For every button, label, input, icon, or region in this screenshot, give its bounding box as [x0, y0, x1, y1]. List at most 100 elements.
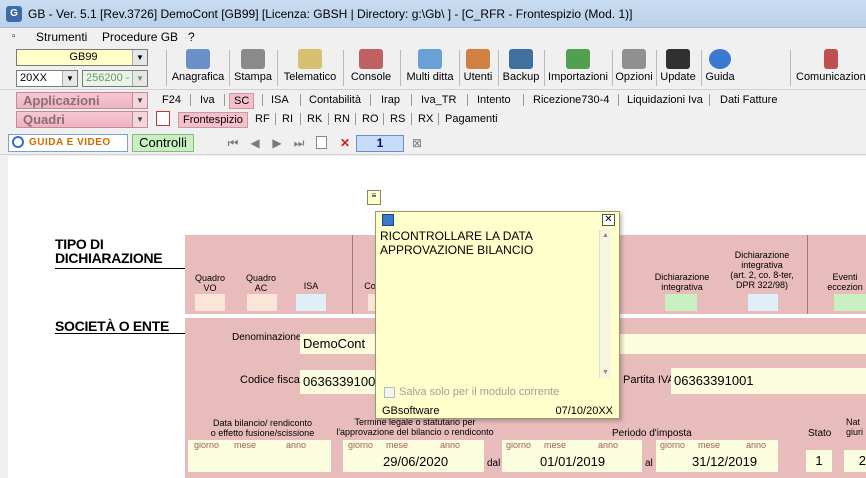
- menu-help[interactable]: ?: [188, 30, 195, 44]
- utenti-button[interactable]: Utenti: [462, 48, 494, 88]
- eventi-eccezionali-field[interactable]: [834, 294, 866, 311]
- dichiarazione-integrativa-art-field[interactable]: [748, 294, 778, 311]
- tab-rk[interactable]: RK: [307, 112, 322, 128]
- controlli-button[interactable]: Controlli: [132, 134, 194, 152]
- chevron-down-icon[interactable]: ▼: [62, 71, 77, 86]
- periodo-imposta-label: Periodo d'imposta: [612, 428, 692, 439]
- note-scrollbar[interactable]: ▲ ▼: [599, 230, 611, 378]
- tab-rx[interactable]: RX: [418, 112, 433, 128]
- telematico-label: Telematico: [283, 71, 337, 83]
- goto-page-icon[interactable]: ⊠: [410, 136, 424, 150]
- new-page-icon[interactable]: [316, 136, 327, 149]
- denominazione-label: Denominazione: [232, 332, 302, 343]
- quadro-ac-field[interactable]: [247, 294, 277, 311]
- update-button[interactable]: Update: [658, 48, 698, 88]
- chevron-down-icon[interactable]: ▼: [132, 50, 147, 65]
- tab-irap[interactable]: Irap: [381, 93, 400, 109]
- checkbox-box[interactable]: [384, 386, 395, 398]
- note-popup[interactable]: ✕ RICONTROLLARE LA DATA APPROVAZIONE BIL…: [375, 211, 620, 419]
- company-select[interactable]: GB99 ▼: [16, 49, 148, 66]
- applicazioni-select[interactable]: Applicazioni ▼: [16, 92, 148, 109]
- tab-ro[interactable]: RO: [362, 112, 379, 128]
- dichiarazione-integrativa-art-label: Dichiarazione integrativa (art. 2, co. 8…: [730, 250, 794, 290]
- tab-liquidazioni-iva[interactable]: Liquidazioni Iva: [627, 93, 703, 109]
- stampa-button[interactable]: Stampa: [232, 48, 274, 88]
- quadro-vo-field[interactable]: [195, 294, 225, 311]
- multi-ditta-button[interactable]: Multi ditta: [404, 48, 456, 88]
- scroll-up-icon[interactable]: ▲: [602, 232, 609, 239]
- toolbar-divider: [612, 50, 613, 86]
- backup-label: Backup: [502, 71, 540, 83]
- prev-page-icon[interactable]: ◀: [248, 136, 262, 150]
- last-page-icon[interactable]: ⏭: [292, 136, 306, 150]
- tab-contabilita[interactable]: Contabilità: [309, 93, 361, 109]
- guida-video-button[interactable]: GUIDA E VIDEO: [8, 134, 128, 152]
- partita-iva-field[interactable]: 06363391001: [671, 368, 866, 394]
- system-menu-icon[interactable]: ▫: [12, 31, 16, 42]
- pdf-icon[interactable]: [156, 111, 170, 126]
- toolbar-divider: [459, 50, 460, 86]
- tab-rn[interactable]: RN: [334, 112, 350, 128]
- company-value: GB99: [69, 51, 98, 63]
- tab-dati-fatture[interactable]: Dati Fatture: [720, 93, 777, 109]
- tab-rf[interactable]: RF: [255, 112, 270, 128]
- toolbar-divider: [343, 50, 344, 86]
- scroll-down-icon[interactable]: ▼: [602, 369, 609, 376]
- tab-ri[interactable]: RI: [282, 112, 293, 128]
- tab-iva-tr[interactable]: Iva_TR: [421, 93, 456, 109]
- gb-logo-icon: G: [6, 6, 22, 22]
- stato-field[interactable]: 1: [806, 450, 832, 472]
- telematico-button[interactable]: Telematico: [281, 48, 339, 88]
- menu-strumenti[interactable]: Strumenti: [36, 30, 87, 44]
- opzioni-button[interactable]: Opzioni: [614, 48, 654, 88]
- next-page-icon[interactable]: ▶: [270, 136, 284, 150]
- dichiarazione-integrativa-label: Dichiarazione integrativa: [654, 272, 710, 292]
- tab-sc[interactable]: SC: [229, 93, 255, 109]
- eventi-eccezionali-label: Eventi eccezion: [827, 272, 863, 292]
- close-icon[interactable]: ✕: [602, 214, 615, 226]
- importazioni-button[interactable]: Importazioni: [546, 48, 610, 88]
- tab-ricezione730[interactable]: Ricezione730-4: [533, 93, 609, 109]
- import-icon: [566, 49, 590, 69]
- guida-button[interactable]: Guida: [704, 48, 736, 88]
- chevron-down-icon[interactable]: ▼: [132, 71, 147, 86]
- page-number[interactable]: 1: [356, 135, 404, 152]
- tab-iva[interactable]: Iva: [200, 93, 215, 109]
- delete-page-icon[interactable]: ✕: [338, 136, 352, 150]
- tab-divider: [618, 94, 619, 106]
- tab-pagamenti[interactable]: Pagamenti: [445, 112, 498, 128]
- natura-giuridica-field[interactable]: 2: [844, 450, 866, 472]
- guida-video-label: GUIDA E VIDEO: [29, 137, 111, 148]
- menu-procedure-gb[interactable]: Procedure GB: [102, 30, 178, 44]
- backup-button[interactable]: Backup: [502, 48, 540, 88]
- codice-fiscale-field[interactable]: 0636339100: [300, 370, 376, 394]
- dichiarazione-integrativa-field[interactable]: [665, 294, 697, 311]
- divider-line: [807, 235, 808, 314]
- toolbar-divider: [498, 50, 499, 86]
- isa-field[interactable]: [296, 294, 326, 311]
- users-icon: [466, 49, 490, 69]
- divider-line: [352, 235, 353, 314]
- quadri-select[interactable]: Quadri ▼: [16, 111, 148, 128]
- note-text[interactable]: RICONTROLLARE LA DATA APPROVAZIONE BILAN…: [380, 229, 600, 257]
- code-value: 256200 -: [86, 72, 130, 84]
- first-page-icon[interactable]: ⏮: [226, 136, 240, 150]
- code-select[interactable]: 256200 - ▼: [82, 70, 148, 87]
- tab-rs[interactable]: RS: [390, 112, 405, 128]
- anagrafica-icon: [186, 49, 210, 69]
- anagrafica-button[interactable]: Anagrafica: [170, 48, 226, 88]
- salva-solo-label: Salva solo per il modulo corrente: [399, 386, 560, 398]
- chevron-down-icon[interactable]: ▼: [132, 112, 147, 127]
- comunicazioni-button[interactable]: Comunicazioni: [796, 48, 866, 88]
- chevron-down-icon[interactable]: ▼: [132, 93, 147, 108]
- console-button[interactable]: Console: [348, 48, 394, 88]
- salva-solo-checkbox[interactable]: Salva solo per il modulo corrente: [384, 386, 559, 398]
- tab-divider: [328, 113, 329, 125]
- year-select[interactable]: 20XX ▼: [16, 70, 78, 87]
- comunicazioni-label: Comunicazioni: [796, 71, 866, 83]
- tab-isa[interactable]: ISA: [271, 93, 289, 109]
- note-icon[interactable]: ≡: [367, 190, 381, 205]
- tab-intento[interactable]: Intento: [477, 93, 511, 109]
- tab-frontespizio[interactable]: Frontespizio: [178, 112, 248, 128]
- tab-f24[interactable]: F24: [162, 93, 181, 109]
